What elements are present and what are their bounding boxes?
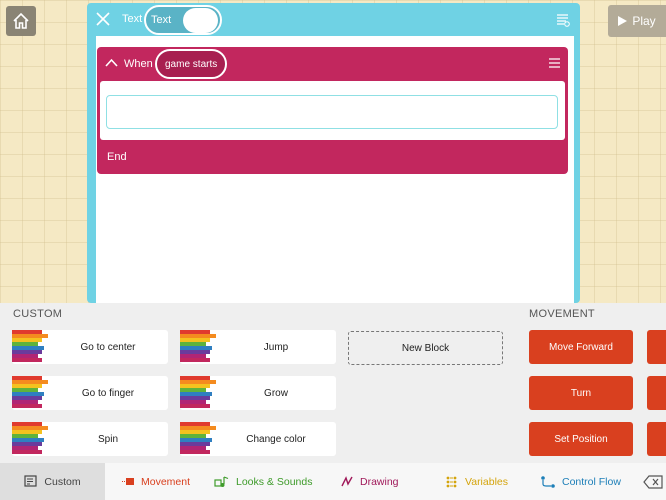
category-tab-custom[interactable]: Custom <box>0 463 105 500</box>
home-icon <box>13 12 29 29</box>
custom-block-label: Spin <box>97 433 118 445</box>
custom-icon <box>24 475 38 487</box>
code-editor-panel: Text Text When game starts End <box>87 3 580 303</box>
rule-menu-icon[interactable] <box>548 57 561 69</box>
category-label: Control Flow <box>562 475 621 488</box>
movement-block-partial[interactable] <box>647 376 666 410</box>
custom-block-label: Change color <box>246 433 306 445</box>
rule-drop-zone[interactable] <box>106 95 558 129</box>
variables-icon <box>446 476 457 487</box>
object-name: Text <box>151 14 172 26</box>
custom-block-icon <box>180 376 216 410</box>
category-label: Variables <box>465 475 508 488</box>
rule-end-label: End <box>107 151 127 163</box>
category-tab-variables[interactable]: Variables <box>445 463 508 500</box>
custom-block[interactable]: Jump <box>180 330 336 364</box>
category-label: Drawing <box>360 475 399 488</box>
movement-section-title: MOVEMENT <box>529 308 595 320</box>
home-button[interactable] <box>6 6 36 36</box>
movement-block-partial[interactable] <box>647 330 666 364</box>
movement-block-partial[interactable] <box>647 422 666 456</box>
category-label: Looks & Sounds <box>236 475 313 488</box>
custom-block-icon <box>180 330 216 364</box>
delete-icon[interactable] <box>643 475 663 489</box>
custom-block[interactable]: Go to finger <box>12 376 168 410</box>
looks-sounds-icon <box>214 475 229 487</box>
new-block-button[interactable]: New Block <box>348 331 503 365</box>
object-name-pill[interactable]: Text <box>144 5 222 35</box>
custom-block-label: Grow <box>264 387 288 399</box>
object-thumbnail <box>183 8 218 33</box>
editor-menu-icon[interactable] <box>556 13 570 27</box>
object-type-label: Text <box>122 13 143 25</box>
custom-block[interactable]: Spin <box>12 422 168 456</box>
custom-block[interactable]: Go to center <box>12 330 168 364</box>
custom-block-icon <box>12 330 48 364</box>
custom-section-title: CUSTOM <box>13 308 63 320</box>
chevron-up-icon[interactable] <box>105 58 118 68</box>
play-icon <box>618 16 628 26</box>
editor-header: Text Text <box>87 3 580 36</box>
close-icon[interactable] <box>96 12 110 26</box>
play-label: Play <box>632 14 656 28</box>
control-flow-icon <box>541 475 555 488</box>
rule-body-slot <box>100 81 565 140</box>
editor-canvas: When game starts End <box>96 36 574 303</box>
custom-block-icon <box>12 422 48 456</box>
custom-block-label: Jump <box>263 341 289 353</box>
category-tab-control-flow[interactable]: Control Flow <box>540 463 621 500</box>
play-button[interactable]: Play <box>608 5 666 37</box>
custom-block-icon <box>180 422 216 456</box>
custom-block-label: Go to center <box>80 341 136 353</box>
movement-block[interactable]: Set Position <box>529 422 633 456</box>
category-tab-drawing[interactable]: Drawing <box>340 463 399 500</box>
movement-icon <box>122 478 134 485</box>
custom-block-label: Go to finger <box>81 387 135 399</box>
drawing-icon <box>341 475 353 486</box>
category-tab-looks-sounds[interactable]: Looks & Sounds <box>214 463 312 500</box>
block-palette: CUSTOM MOVEMENT Go to center Jump Go to … <box>0 303 666 463</box>
rule-when-label: When <box>124 58 153 70</box>
category-label: Custom <box>44 475 81 488</box>
category-bar: Custom Movement Looks & Sounds Drawing V… <box>0 463 666 500</box>
custom-block[interactable]: Grow <box>180 376 336 410</box>
rule-block[interactable]: When game starts End <box>97 47 568 174</box>
rule-trigger-pill[interactable]: game starts <box>155 49 228 79</box>
custom-block-icon <box>12 376 48 410</box>
category-tab-movement[interactable]: Movement <box>121 463 190 500</box>
category-label: Movement <box>141 475 191 488</box>
custom-block[interactable]: Change color <box>180 422 336 456</box>
movement-block[interactable]: Turn <box>529 376 633 410</box>
movement-block[interactable]: Move Forward <box>529 330 633 364</box>
